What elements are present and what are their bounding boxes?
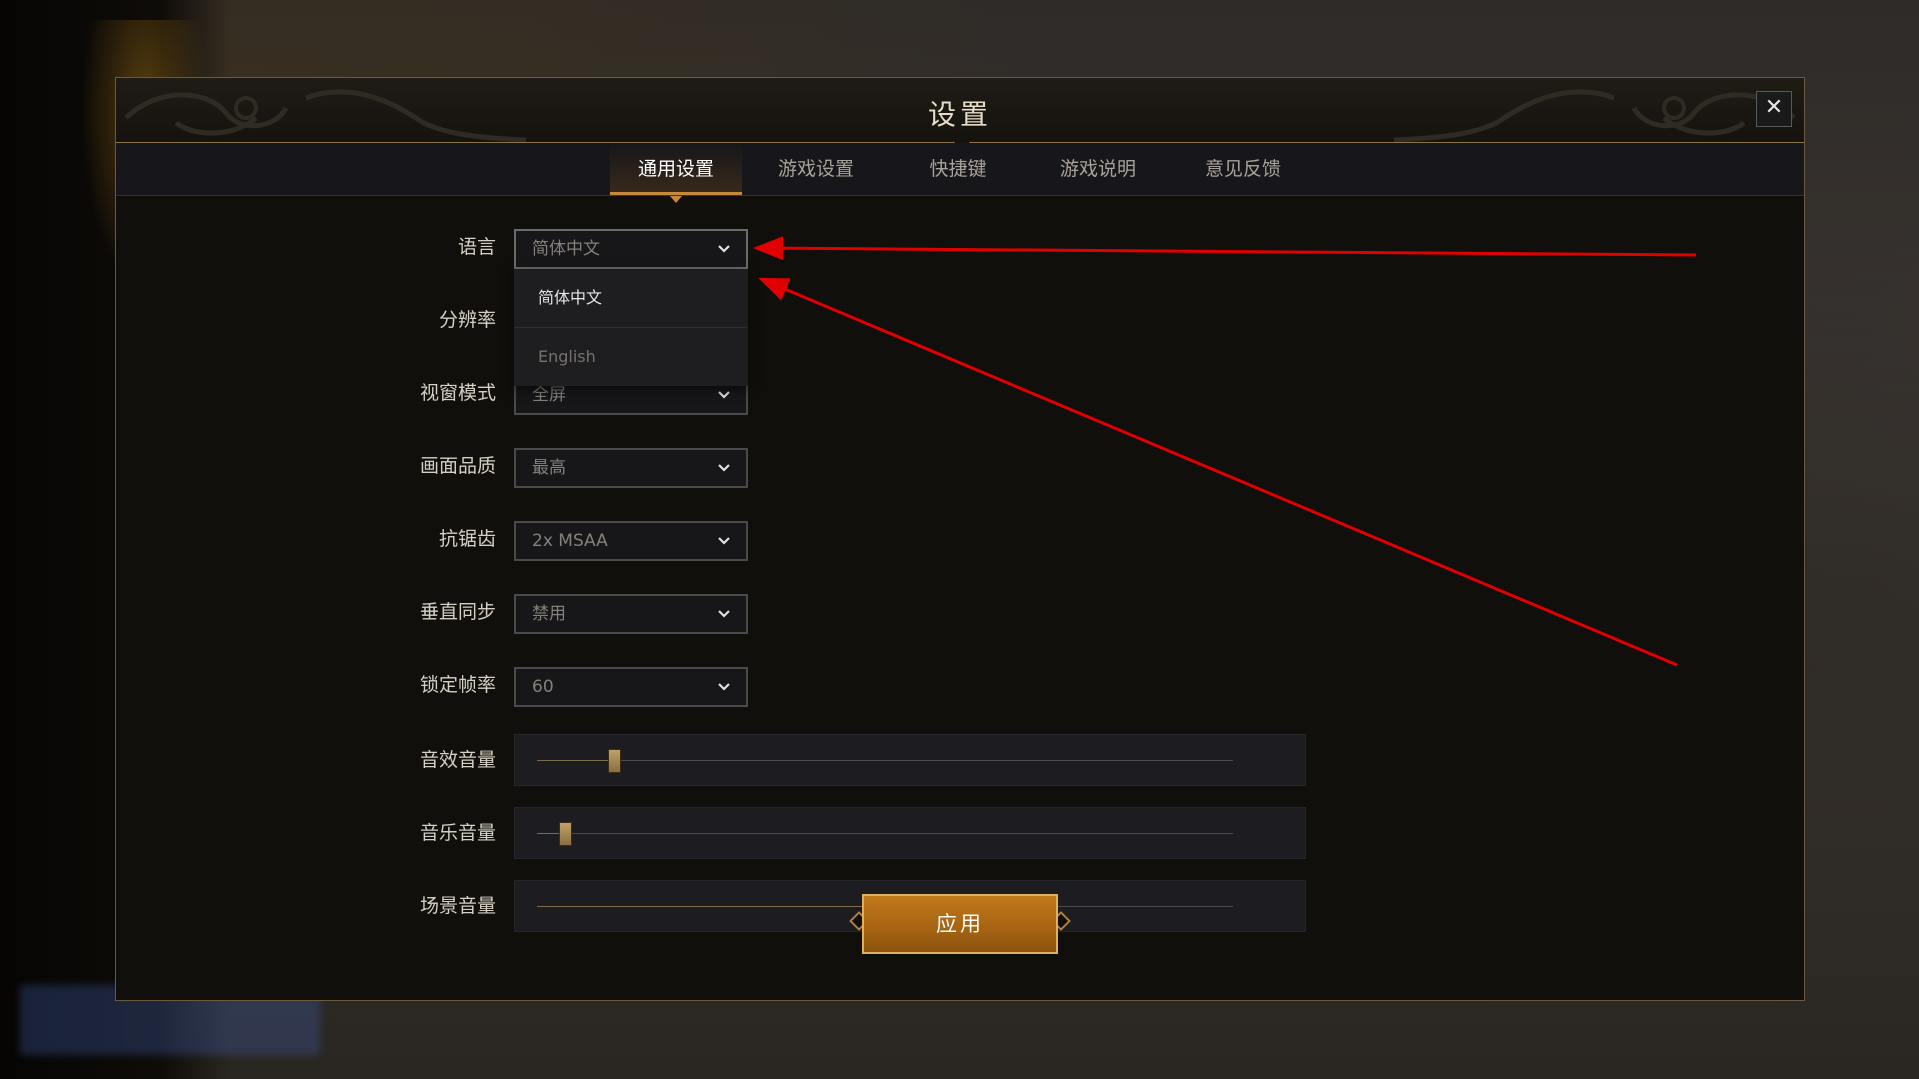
fps-lock-label: 锁定帧率 — [419, 674, 496, 696]
close-button[interactable]: ✕ — [1756, 91, 1792, 127]
fps-lock-dropdown[interactable]: 60 — [514, 667, 748, 707]
language-label: 语言 — [457, 236, 496, 258]
slider-track — [537, 833, 1233, 834]
vsync-dropdown[interactable]: 禁用 — [514, 594, 748, 634]
slider-track — [537, 760, 1233, 761]
language-option-zh[interactable]: 简体中文 — [514, 269, 748, 327]
slider-thumb[interactable] — [607, 749, 621, 773]
music-volume-label: 音乐音量 — [419, 822, 496, 844]
chevron-down-icon — [718, 683, 730, 691]
language-dropdown[interactable]: 简体中文 — [514, 229, 748, 269]
quality-label: 画面品质 — [419, 455, 496, 477]
language-dropdown-menu: 简体中文 English — [514, 269, 748, 386]
chevron-down-icon — [718, 537, 730, 545]
tab-label: 游戏设置 — [777, 158, 854, 180]
tab-game-settings[interactable]: 游戏设置 — [756, 143, 876, 195]
tab-general-settings[interactable]: 通用设置 — [610, 143, 742, 203]
quality-dropdown[interactable]: 最高 — [514, 448, 748, 488]
quality-value: 最高 — [532, 458, 566, 478]
antialiasing-value: 2x MSAA — [532, 531, 608, 551]
chevron-down-icon — [718, 610, 730, 618]
tab-game-guide[interactable]: 游戏说明 — [1033, 143, 1163, 195]
antialiasing-dropdown[interactable]: 2x MSAA — [514, 521, 748, 561]
vsync-value: 禁用 — [532, 604, 566, 624]
settings-dialog: 设置 ✕ 通用设置 游戏设置 快捷键 游戏说明 意见反馈 语言 简体中文 简体中… — [115, 77, 1805, 1001]
tab-feedback[interactable]: 意见反馈 — [1178, 143, 1308, 195]
tab-bar: 通用设置 游戏设置 快捷键 游戏说明 意见反馈 — [116, 143, 1804, 203]
apply-button[interactable]: 应用 — [862, 894, 1058, 954]
chevron-down-icon — [718, 245, 730, 253]
antialiasing-label: 抗锯齿 — [438, 528, 496, 550]
window-mode-label: 视窗模式 — [419, 382, 496, 404]
close-icon: ✕ — [1764, 95, 1784, 120]
tab-label: 意见反馈 — [1204, 158, 1281, 180]
chevron-down-icon — [718, 464, 730, 472]
vsync-label: 垂直同步 — [419, 601, 496, 623]
chevron-down-icon — [718, 391, 730, 399]
slider-fill — [537, 760, 614, 761]
sfx-volume-label: 音效音量 — [419, 749, 496, 771]
tab-label: 游戏说明 — [1059, 158, 1136, 180]
resolution-label: 分辨率 — [438, 309, 496, 331]
music-volume-slider[interactable] — [514, 807, 1306, 859]
language-value: 简体中文 — [532, 239, 600, 259]
tab-hotkeys[interactable]: 快捷键 — [903, 143, 1013, 195]
dialog-title: 设置 — [927, 98, 992, 131]
fps-lock-value: 60 — [532, 677, 554, 697]
language-option-en[interactable]: English — [514, 327, 748, 386]
tab-label: 通用设置 — [637, 158, 714, 180]
slider-thumb[interactable] — [558, 822, 572, 846]
tab-label: 快捷键 — [929, 158, 987, 180]
sfx-volume-slider[interactable] — [514, 734, 1306, 786]
ambient-volume-label: 场景音量 — [419, 895, 496, 917]
